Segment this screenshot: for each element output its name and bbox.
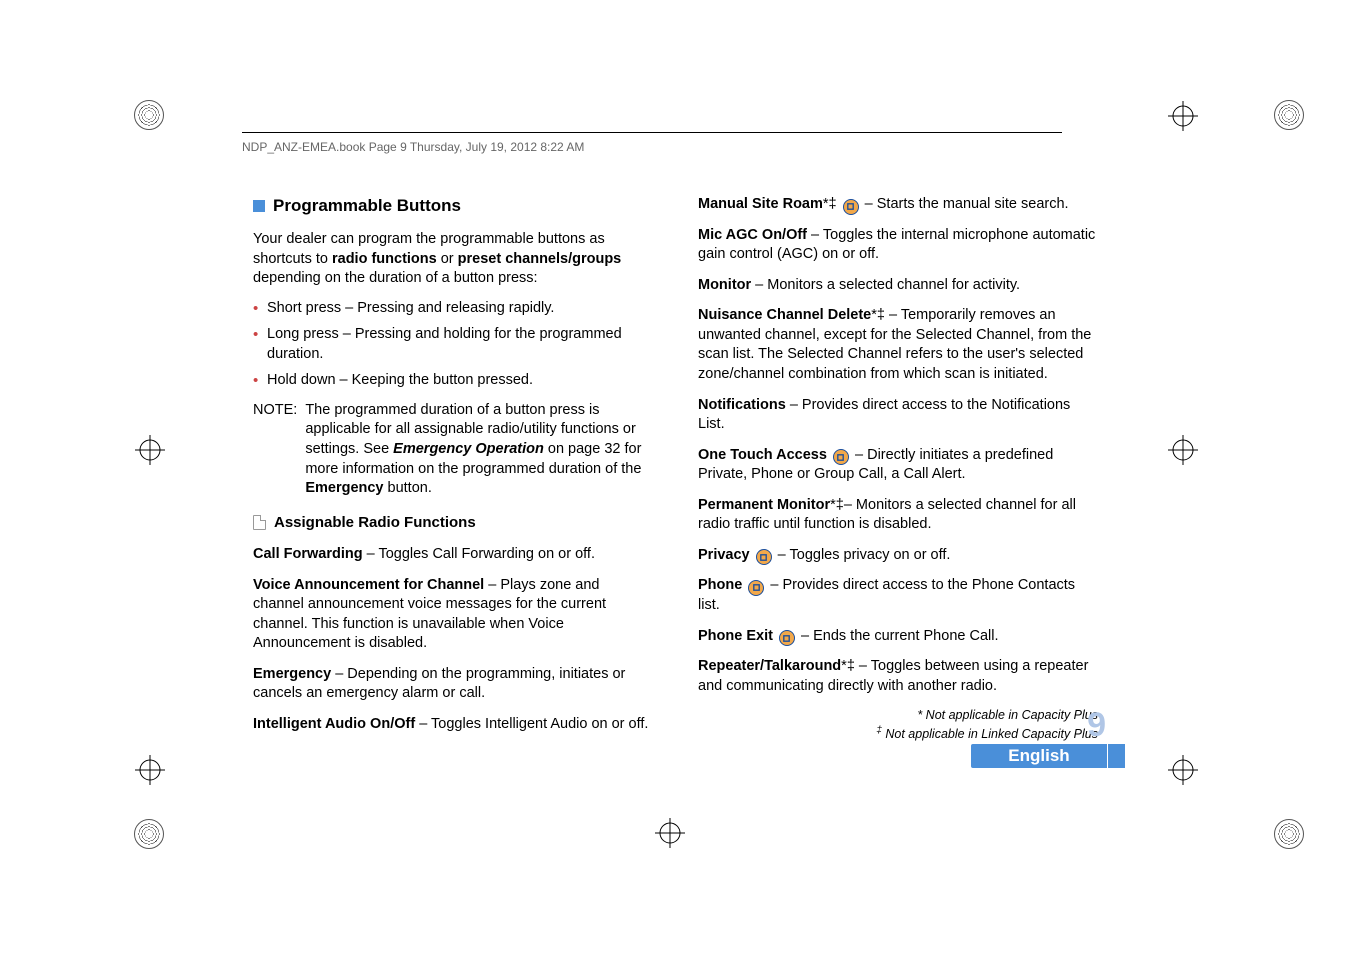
msr-text: – Starts the manual site search. <box>865 196 1069 212</box>
print-corner-tr <box>1274 100 1304 130</box>
rt-label: Repeater/Talkaround <box>698 658 841 674</box>
press-short: Short press – Pressing and releasing rap… <box>253 299 653 319</box>
section-title-row: Programmable Buttons <box>253 195 653 218</box>
note-em: Emergency Operation <box>393 441 544 457</box>
press-hold: Hold down – Keeping the button pressed. <box>253 371 653 391</box>
fn-nuisance-channel-delete: Nuisance Channel Delete*‡ – Temporarily … <box>698 306 1098 384</box>
ncd-sup: *‡ <box>871 307 885 323</box>
page-header-text: NDP_ANZ-EMEA.book Page 9 Thursday, July … <box>242 140 584 154</box>
fn-notifications: Notifications – Provides direct access t… <box>698 396 1098 435</box>
language-tab-edge <box>1108 744 1125 768</box>
footnote-1: * Not applicable in Capacity Plus <box>698 707 1098 724</box>
footnote-2: ‡ ‡ Not applicable in Linked Capacity Pl… <box>698 724 1098 743</box>
note-block: NOTE: The programmed duration of a butto… <box>253 401 653 499</box>
subsection-title: Assignable Radio Functions <box>274 513 476 533</box>
fn-manual-site-roam: Manual Site Roam*‡ – Starts the manual s… <box>698 195 1098 215</box>
press-list: Short press – Pressing and releasing rap… <box>253 299 653 391</box>
note-bold: Emergency <box>305 480 383 496</box>
not-label: Notifications <box>698 397 786 413</box>
print-corner-br <box>1274 819 1304 849</box>
note-body: The programmed duration of a button pres… <box>305 401 653 499</box>
print-crosshair-right-upper <box>1168 435 1198 465</box>
print-crosshair-bottom <box>655 818 685 848</box>
priv-text: – Toggles privacy on or off. <box>778 547 951 563</box>
content-area: Programmable Buttons Your dealer can pro… <box>253 195 1098 745</box>
print-crosshair-right-lower <box>1168 755 1198 785</box>
radio-icon <box>756 549 772 565</box>
fn-repeater-talkaround: Repeater/Talkaround*‡ – Toggles between … <box>698 657 1098 696</box>
fn-permanent-monitor: Permanent Monitor*‡– Monitors a selected… <box>698 496 1098 535</box>
pm-sup: *‡ <box>830 497 844 513</box>
right-column: Manual Site Roam*‡ – Starts the manual s… <box>698 195 1098 745</box>
fn-intelligent-audio: Intelligent Audio On/Off – Toggles Intel… <box>253 715 653 735</box>
priv-label: Privacy <box>698 547 750 563</box>
intro-mid: or <box>437 251 458 267</box>
fn-call-forwarding: Call Forwarding – Toggles Call Forwardin… <box>253 545 653 565</box>
intro-bold2: preset channels/groups <box>458 251 622 267</box>
print-corner-bl <box>134 819 164 849</box>
page-number: 9 <box>1087 706 1106 745</box>
phone-label: Phone <box>698 577 742 593</box>
ia-text: – Toggles Intelligent Audio on or off. <box>415 716 648 732</box>
fn-mic-agc: Mic AGC On/Off – Toggles the internal mi… <box>698 226 1098 265</box>
section-title: Programmable Buttons <box>273 195 461 218</box>
footnote-2-visible: Not applicable in Linked Capacity Plus <box>885 727 1098 741</box>
radio-icon <box>843 199 859 215</box>
fn-voice-announcement: Voice Announcement for Channel – Plays z… <box>253 576 653 654</box>
press-long: Long press – Pressing and holding for th… <box>253 325 653 364</box>
msr-label: Manual Site Roam <box>698 196 823 212</box>
cf-label: Call Forwarding <box>253 546 363 562</box>
fn-one-touch-access: One Touch Access – Directly initiates a … <box>698 446 1098 485</box>
ota-label: One Touch Access <box>698 447 827 463</box>
print-crosshair-left-lower <box>135 755 165 785</box>
pe-label: Phone Exit <box>698 628 773 644</box>
footnote-2-prefix: ‡ <box>876 725 882 736</box>
print-crosshair-top <box>1168 101 1198 131</box>
mon-label: Monitor <box>698 277 751 293</box>
rt-sup: *‡ <box>841 658 855 674</box>
left-column: Programmable Buttons Your dealer can pro… <box>253 195 653 745</box>
msr-sup: *‡ <box>823 196 837 212</box>
footnotes: * Not applicable in Capacity Plus ‡ ‡ No… <box>698 707 1098 743</box>
mon-text: – Monitors a selected channel for activi… <box>751 277 1020 293</box>
note-c: button. <box>384 480 432 496</box>
fn-phone: Phone – Provides direct access to the Ph… <box>698 576 1098 615</box>
page-header: NDP_ANZ-EMEA.book Page 9 Thursday, July … <box>242 140 584 154</box>
section-marker-icon <box>253 200 265 212</box>
intro-bold1: radio functions <box>332 251 437 267</box>
cf-text: – Toggles Call Forwarding on or off. <box>363 546 595 562</box>
note-label: NOTE: <box>253 401 297 499</box>
radio-icon <box>779 630 795 646</box>
em-label: Emergency <box>253 666 331 682</box>
fn-phone-exit: Phone Exit – Ends the current Phone Call… <box>698 627 1098 647</box>
subsection-title-row: Assignable Radio Functions <box>253 513 653 533</box>
print-corner-tl <box>134 100 164 130</box>
ncd-label: Nuisance Channel Delete <box>698 307 871 323</box>
fn-emergency: Emergency – Depending on the programming… <box>253 665 653 704</box>
fn-monitor: Monitor – Monitors a selected channel fo… <box>698 276 1098 296</box>
fn-privacy: Privacy – Toggles privacy on or off. <box>698 546 1098 566</box>
language-tab: English <box>971 744 1107 768</box>
radio-icon <box>833 449 849 465</box>
ia-label: Intelligent Audio On/Off <box>253 716 415 732</box>
page-header-rule <box>242 132 1062 133</box>
pm-label: Permanent Monitor <box>698 497 830 513</box>
va-label: Voice Announcement for Channel <box>253 577 484 593</box>
intro-paragraph: Your dealer can program the programmable… <box>253 230 653 289</box>
document-icon <box>253 515 266 530</box>
mic-label: Mic AGC On/Off <box>698 227 807 243</box>
intro-part2: depending on the duration of a button pr… <box>253 270 538 286</box>
pe-text: – Ends the current Phone Call. <box>801 628 998 644</box>
print-crosshair-left-upper <box>135 435 165 465</box>
radio-icon <box>748 580 764 596</box>
